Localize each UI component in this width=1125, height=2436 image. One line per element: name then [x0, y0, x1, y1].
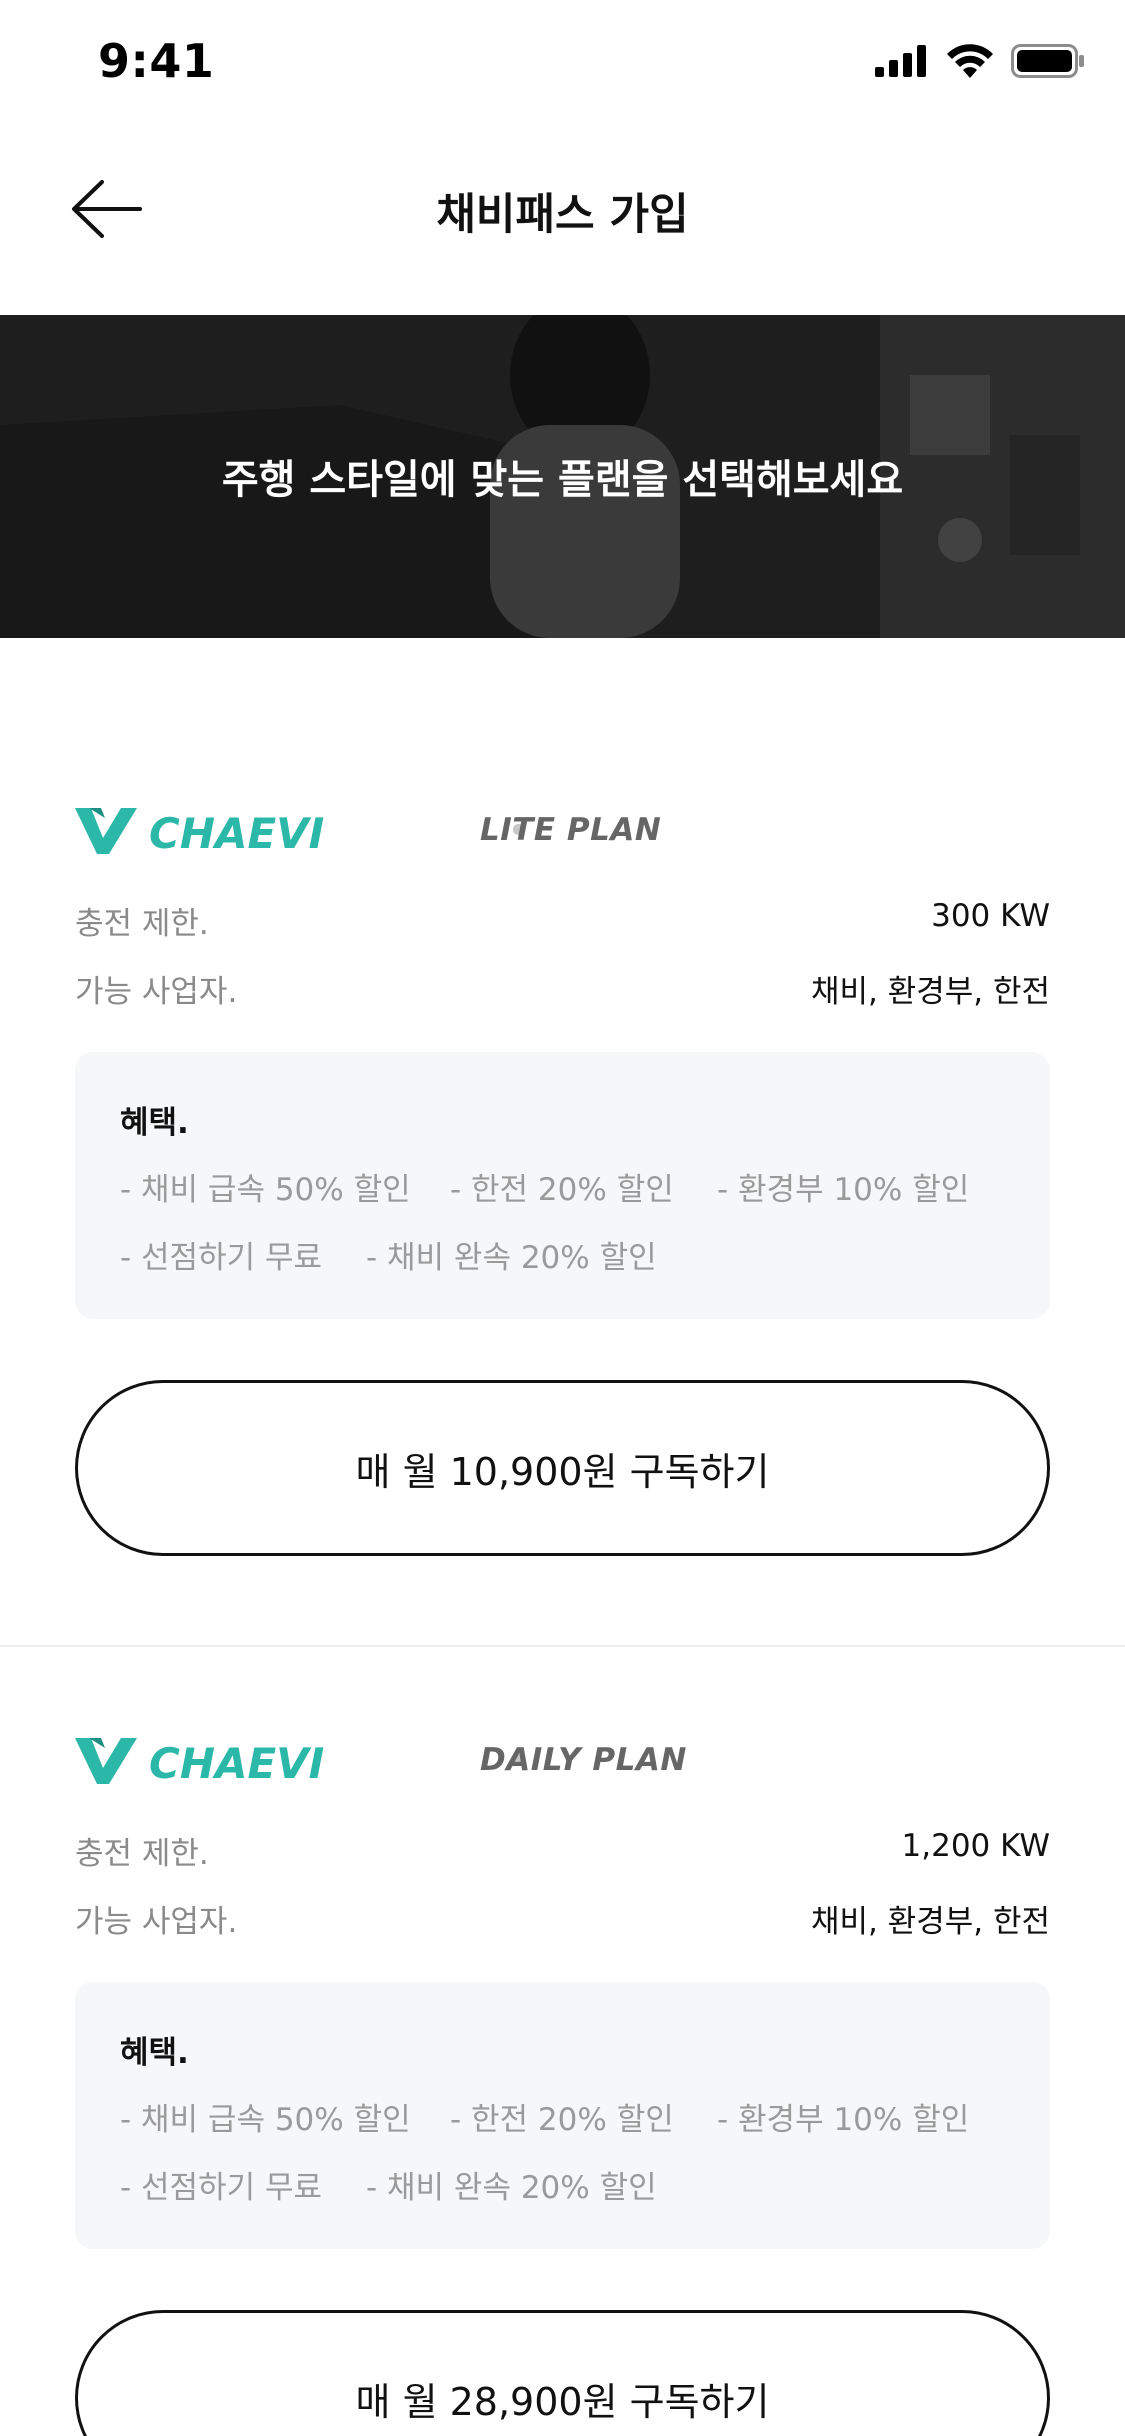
providers-label: 가능 사업자. — [75, 974, 238, 1010]
charge-limit-row: 충전 제한. 1,200 KW — [75, 1828, 1050, 1878]
plan-header: CHAEVI DAILY PLAN — [75, 1730, 1075, 1790]
benefits-title: 혜택. — [120, 2035, 189, 2071]
section-divider — [0, 1645, 1125, 1647]
status-time: 9:41 — [98, 34, 215, 88]
providers-value: 채비, 환경부, 한전 — [810, 1904, 1050, 1940]
benefit-item: - 선점하기 무료 — [120, 2170, 323, 2206]
charge-limit-row: 충전 제한. 300 KW — [75, 898, 1050, 948]
benefit-item: - 한전 20% 할인 — [450, 1172, 674, 1208]
charge-limit-value: 1,200 KW — [901, 1828, 1050, 1864]
promo-banner: 주행 스타일에 맞는 플랜을 선택해보세요 — [0, 315, 1125, 638]
benefits-box: 혜택. - 채비 급속 50% 할인 - 한전 20% 할인 - 환경부 10%… — [75, 1982, 1050, 2249]
charge-limit-label: 충전 제한. — [75, 906, 209, 942]
benefit-item: - 채비 완속 20% 할인 — [366, 1240, 657, 1276]
providers-row: 가능 사업자. 채비, 환경부, 한전 — [75, 1896, 1050, 1946]
wifi-icon — [947, 44, 993, 78]
benefit-item: - 선점하기 무료 — [120, 1240, 323, 1276]
providers-row: 가능 사업자. 채비, 환경부, 한전 — [75, 966, 1050, 1016]
benefits-box: 혜택. - 채비 급속 50% 할인 - 한전 20% 할인 - 환경부 10%… — [75, 1052, 1050, 1319]
header: 채비패스 가입 — [0, 150, 1125, 270]
benefit-item: - 채비 급속 50% 할인 — [120, 1172, 411, 1208]
page-title: 채비패스 가입 — [436, 190, 689, 240]
benefit-item: - 채비 급속 50% 할인 — [120, 2102, 411, 2138]
plan-header: CHAEVI LITE PLAN — [75, 800, 1075, 860]
benefit-item: - 한전 20% 할인 — [450, 2102, 674, 2138]
providers-label: 가능 사업자. — [75, 1904, 238, 1940]
charge-limit-label: 충전 제한. — [75, 1836, 209, 1872]
providers-value: 채비, 환경부, 한전 — [810, 974, 1050, 1010]
benefit-item: - 환경부 10% 할인 — [717, 2102, 970, 2138]
chaevi-logo: CHAEVI — [75, 808, 324, 856]
signal-icon — [875, 45, 926, 77]
status-bar: 9:41 — [0, 0, 1125, 130]
benefit-item: - 채비 완속 20% 할인 — [366, 2170, 657, 2206]
charge-limit-value: 300 KW — [931, 898, 1050, 934]
benefits-title: 혜택. — [120, 1105, 189, 1141]
subscribe-button-lite[interactable]: 매 월 10,900원 구독하기 — [75, 1380, 1050, 1556]
plan-name: LITE PLAN — [480, 812, 662, 848]
banner-text: 주행 스타일에 맞는 플랜을 선택해보세요 — [221, 457, 904, 503]
status-icons — [875, 44, 1085, 78]
plan-name: DAILY PLAN — [480, 1742, 687, 1778]
svg-text:CHAEVI: CHAEVI — [149, 809, 324, 856]
chaevi-logo: CHAEVI — [75, 1738, 324, 1786]
subscribe-button-daily[interactable]: 매 월 28,900원 구독하기 — [75, 2310, 1050, 2436]
svg-text:CHAEVI: CHAEVI — [149, 1739, 324, 1786]
benefit-item: - 환경부 10% 할인 — [717, 1172, 970, 1208]
battery-icon — [1011, 44, 1084, 78]
